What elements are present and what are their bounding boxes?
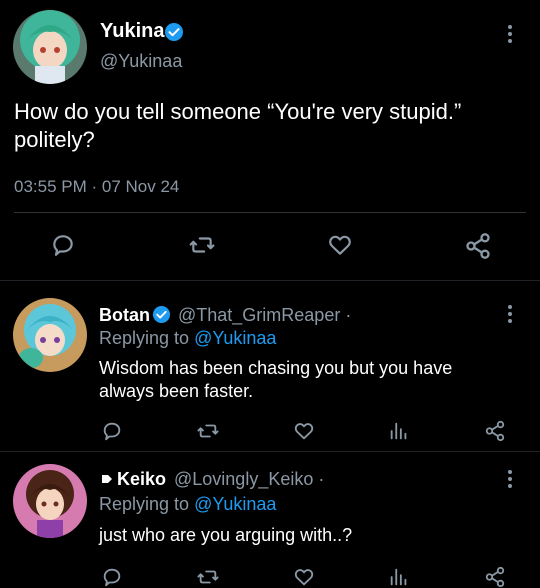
like-icon <box>294 423 314 440</box>
share-icon <box>466 233 490 259</box>
analytics-icon <box>390 422 407 440</box>
more-options-icon[interactable] <box>508 305 512 326</box>
replying-to-line: Replying to @Yukinaa <box>99 328 276 349</box>
avatar-botan[interactable] <box>13 298 87 372</box>
tweet-text: How do you tell someone “You're very stu… <box>14 98 534 154</box>
analytics-icon <box>390 568 407 586</box>
reply-icon <box>53 235 73 256</box>
share-button[interactable] <box>464 232 492 260</box>
reply-author-name[interactable]: Botan <box>99 305 150 326</box>
like-button[interactable] <box>292 420 316 442</box>
reply-author-handle[interactable]: @That_GrimReaper · <box>178 305 351 326</box>
reply-text-line: just who are you arguing with..? <box>99 525 353 545</box>
analytics-button[interactable] <box>388 420 410 442</box>
avatar-keiko[interactable] <box>13 464 87 538</box>
reply-text: just who are you arguing with..? <box>99 524 352 547</box>
reply-icon <box>103 568 121 587</box>
reply-icon <box>103 422 121 441</box>
analytics-button[interactable] <box>388 566 410 588</box>
author-name[interactable]: Yukina <box>100 20 164 43</box>
retweet-button[interactable] <box>196 420 220 442</box>
reply-button[interactable] <box>101 420 123 442</box>
reply-button[interactable] <box>50 232 76 258</box>
share-button[interactable] <box>484 420 506 442</box>
retweet-button[interactable] <box>196 566 220 588</box>
retweet-icon <box>197 424 219 438</box>
avatar-yukina[interactable] <box>13 10 87 84</box>
share-button[interactable] <box>484 566 506 588</box>
section-divider <box>0 451 540 452</box>
tweet-text-line: How do you tell someone “You're very stu… <box>14 99 462 124</box>
author-handle[interactable]: @Yukinaa <box>100 51 182 72</box>
like-icon <box>294 569 314 586</box>
retweet-icon <box>197 570 219 584</box>
replying-to-label: Replying to <box>99 328 195 348</box>
like-icon <box>329 235 351 255</box>
like-button[interactable] <box>292 566 316 588</box>
verified-badge-icon <box>152 305 171 324</box>
replying-to-handle-link[interactable]: @Yukinaa <box>194 328 276 348</box>
tweet-text-line: politely? <box>14 127 95 152</box>
reply-button[interactable] <box>101 566 123 588</box>
section-divider <box>0 280 540 281</box>
header-divider <box>14 212 526 213</box>
more-options-icon[interactable] <box>508 25 512 46</box>
share-icon <box>485 566 505 588</box>
replying-to-label: Replying to <box>99 494 195 514</box>
like-button[interactable] <box>326 232 354 258</box>
retweet-icon <box>189 237 215 253</box>
reply-author-name[interactable]: Keiko <box>117 469 166 490</box>
reply-text-line: Wisdom has been chasing you but you have <box>99 358 453 378</box>
thread-indicator-icon <box>102 475 112 483</box>
replying-to-line: Replying to @Yukinaa <box>99 494 276 515</box>
share-icon <box>485 420 505 442</box>
verified-badge-icon <box>165 23 183 41</box>
more-options-icon[interactable] <box>508 470 512 491</box>
tweet-timestamp[interactable]: 03:55 PM · 07 Nov 24 <box>14 177 179 197</box>
reply-text: Wisdom has been chasing you but you have… <box>99 357 529 403</box>
reply-text-line: always been faster. <box>99 381 254 401</box>
retweet-button[interactable] <box>188 232 216 258</box>
replying-to-handle-link[interactable]: @Yukinaa <box>194 494 276 514</box>
reply-author-handle[interactable]: @Lovingly_Keiko · <box>174 469 324 490</box>
